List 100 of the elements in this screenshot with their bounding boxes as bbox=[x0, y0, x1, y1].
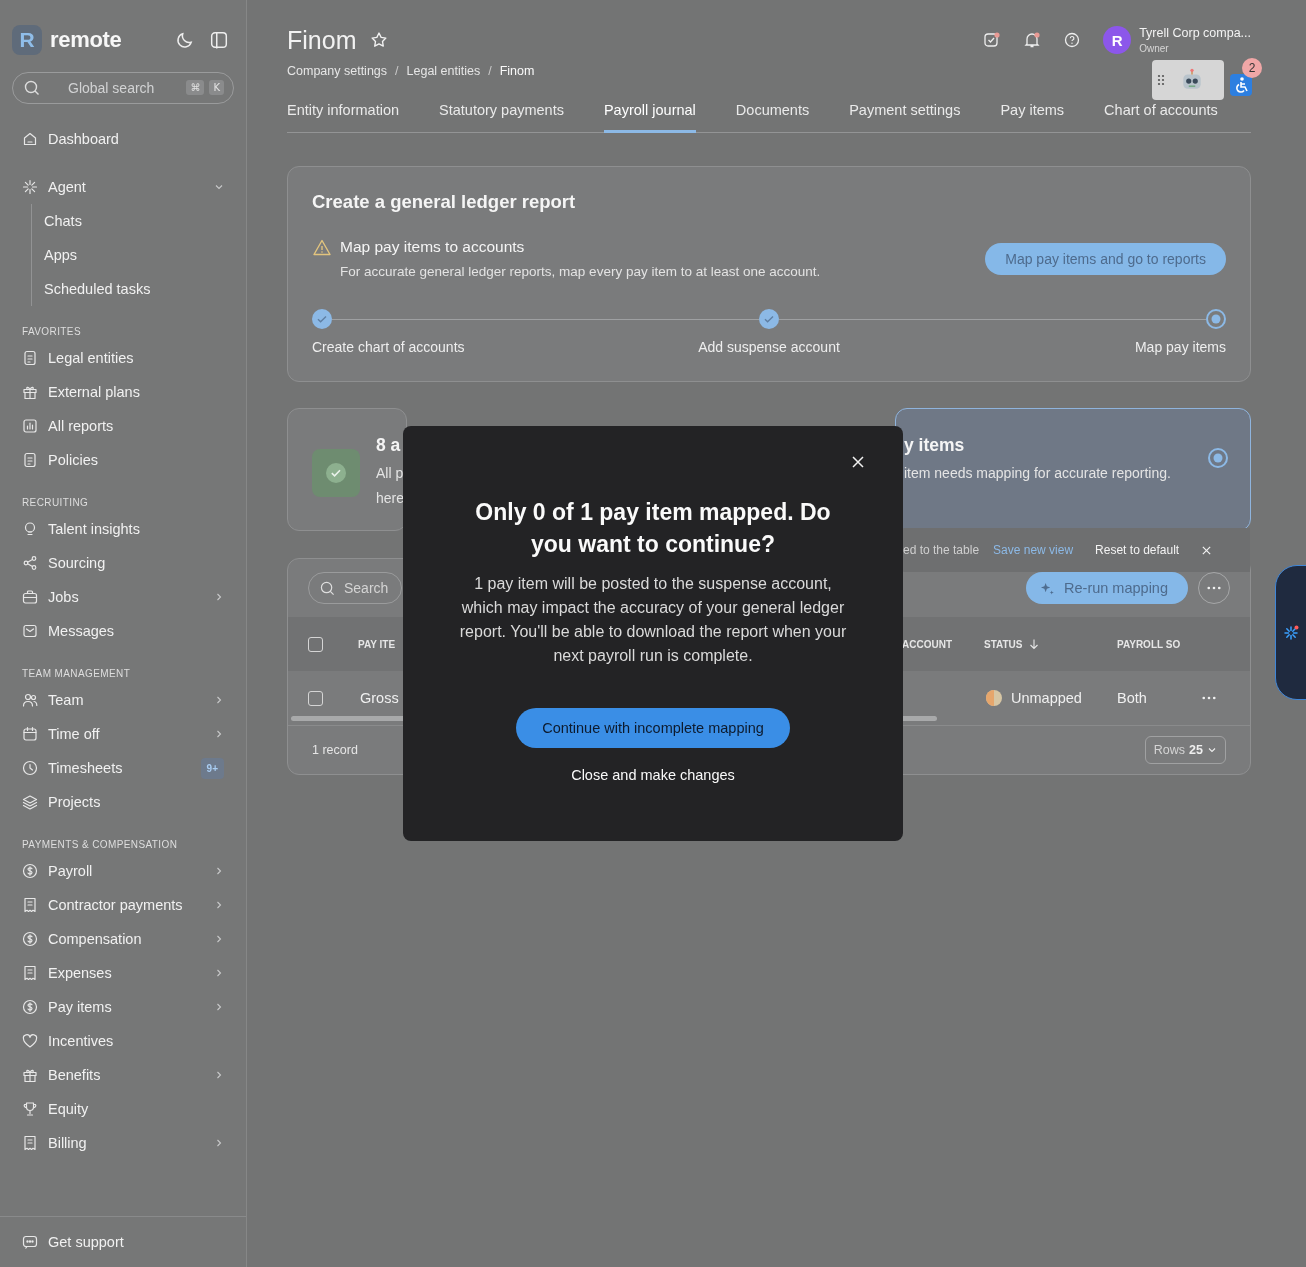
gift-icon bbox=[22, 1067, 38, 1083]
nav-subitem[interactable]: Scheduled tasks bbox=[44, 272, 234, 306]
count-badge: 9+ bbox=[200, 757, 224, 779]
nav-item[interactable]: Agent bbox=[12, 170, 234, 204]
checkbox-task-icon[interactable] bbox=[983, 31, 1002, 49]
column-header[interactable]: ACCOUNT bbox=[902, 638, 984, 650]
floating-widget[interactable] bbox=[1152, 60, 1224, 100]
side-panel-tab[interactable] bbox=[1275, 565, 1306, 700]
bulb-icon bbox=[22, 521, 38, 537]
continue-button[interactable]: Continue with incomplete mapping bbox=[516, 708, 790, 748]
envelope-icon bbox=[22, 623, 38, 639]
breadcrumb-separator: / bbox=[488, 64, 492, 78]
nav-item[interactable]: Messages bbox=[12, 614, 234, 648]
nav-item[interactable]: Contractor payments bbox=[12, 888, 234, 922]
tab[interactable]: Statutory payments bbox=[439, 102, 564, 133]
nav-item[interactable]: Jobs bbox=[12, 580, 234, 614]
nav-item[interactable]: Incentives bbox=[12, 1024, 234, 1058]
checkbox[interactable] bbox=[308, 690, 323, 706]
search-icon bbox=[24, 80, 40, 96]
sidebar-toggle-icon[interactable] bbox=[210, 31, 228, 49]
column-header[interactable]: STATUS bbox=[984, 638, 1117, 650]
close-icon[interactable] bbox=[851, 455, 865, 469]
nav-item[interactable]: External plans bbox=[12, 375, 234, 409]
breadcrumb-link[interactable]: Legal entities bbox=[406, 64, 481, 78]
dollar-icon bbox=[22, 999, 38, 1015]
chat-icon bbox=[22, 1234, 38, 1250]
reset-link[interactable]: Reset to default bbox=[1095, 543, 1180, 557]
tab[interactable]: Payroll journal bbox=[603, 102, 696, 133]
account-role: Owner bbox=[1139, 43, 1170, 54]
nav-item[interactable]: Payroll bbox=[12, 854, 234, 888]
gift-icon bbox=[22, 384, 38, 400]
summary-title: y items bbox=[904, 435, 966, 456]
nav-item[interactable]: Legal entities bbox=[12, 341, 234, 375]
sparkle-icon bbox=[1040, 580, 1055, 596]
clock-icon bbox=[22, 760, 38, 776]
star-icon[interactable] bbox=[370, 31, 389, 49]
receipt-icon bbox=[22, 1135, 38, 1151]
checkbox[interactable] bbox=[308, 636, 323, 652]
nav-item[interactable]: Talent insights bbox=[12, 512, 234, 546]
breadcrumb-link[interactable]: Company settings bbox=[287, 64, 388, 78]
brand-name: remote bbox=[50, 27, 123, 53]
shortcut-key: ⌘ bbox=[186, 80, 205, 95]
nav-item[interactable]: Benefits bbox=[12, 1058, 234, 1092]
save-view-link[interactable]: Save new view bbox=[993, 543, 1074, 557]
rerun-mapping-button[interactable]: Re-run mapping bbox=[1026, 572, 1188, 604]
receipt-icon bbox=[22, 965, 38, 981]
nav-subitem[interactable]: Apps bbox=[44, 238, 234, 272]
table-cell-text: Both bbox=[1117, 690, 1148, 706]
notification-badge: 2 bbox=[1242, 58, 1262, 78]
moon-icon[interactable] bbox=[176, 31, 194, 49]
nav-item[interactable]: Team bbox=[12, 683, 234, 717]
chevron-down-icon bbox=[1207, 745, 1217, 755]
dollar-icon bbox=[22, 931, 38, 947]
drag-handle-icon[interactable] bbox=[1157, 74, 1165, 86]
support-link[interactable]: Get support bbox=[12, 1225, 234, 1259]
ellipsis-icon bbox=[1207, 586, 1221, 590]
nav-item[interactable]: Sourcing bbox=[12, 546, 234, 580]
nav-item[interactable]: Timesheets 9+ bbox=[12, 751, 234, 785]
page-title: Finom bbox=[287, 25, 357, 55]
nav-subitem[interactable]: Chats bbox=[44, 204, 234, 238]
tab[interactable]: Chart of accounts bbox=[1104, 102, 1218, 133]
document-icon bbox=[22, 452, 38, 468]
tab[interactable]: Entity information bbox=[287, 102, 400, 133]
row-menu-icon[interactable] bbox=[1202, 696, 1216, 700]
nav-item[interactable]: Expenses bbox=[12, 956, 234, 990]
dollar-icon bbox=[22, 863, 38, 879]
nav-item[interactable]: Equity bbox=[12, 1092, 234, 1126]
column-header[interactable]: PAYROLL SO bbox=[1117, 638, 1202, 650]
nav-item[interactable]: Pay items bbox=[12, 990, 234, 1024]
alert-title: Map pay items to accounts bbox=[340, 238, 526, 256]
share-icon bbox=[22, 555, 38, 571]
help-icon[interactable] bbox=[1063, 31, 1082, 49]
search-field[interactable]: Search bbox=[308, 572, 402, 604]
tab[interactable]: Payment settings bbox=[849, 102, 961, 133]
nav-item[interactable]: Projects bbox=[12, 785, 234, 819]
nav-item[interactable]: Billing bbox=[12, 1126, 234, 1160]
bell-icon[interactable] bbox=[1023, 31, 1042, 49]
nav-item[interactable]: Compensation bbox=[12, 922, 234, 956]
accessibility-icon[interactable] bbox=[1230, 74, 1252, 96]
nav-item[interactable]: All reports bbox=[12, 409, 234, 443]
tab[interactable]: Documents bbox=[735, 102, 810, 133]
map-pay-items-button[interactable]: Map pay items and go to reports bbox=[985, 242, 1226, 275]
nav-item[interactable]: Dashboard bbox=[12, 122, 234, 156]
nav-item[interactable]: Time off bbox=[12, 717, 234, 751]
close-changes-button[interactable]: Close and make changes bbox=[565, 766, 741, 784]
nav-item[interactable]: Policies bbox=[12, 443, 234, 477]
dialog-title: Only 0 of 1 pay item mapped. Do you want to continue? bbox=[474, 498, 832, 559]
tab[interactable]: Pay items bbox=[1000, 102, 1065, 133]
rows-per-page-select[interactable]: Rows 25 bbox=[1144, 736, 1226, 764]
people-icon bbox=[22, 692, 38, 708]
breadcrumb-link[interactable]: Finom bbox=[499, 64, 535, 78]
section-heading: RECRUITING bbox=[21, 496, 90, 510]
step-label: Create chart of accounts bbox=[312, 339, 465, 355]
sparkle-icon bbox=[1283, 624, 1299, 641]
trophy-icon bbox=[22, 1101, 38, 1117]
document-icon bbox=[22, 350, 38, 366]
avatar[interactable]: R bbox=[1103, 26, 1132, 54]
logo-mark[interactable]: R bbox=[12, 25, 42, 55]
table-cell: Gross bbox=[360, 690, 399, 706]
shortcut-key: K bbox=[209, 80, 224, 95]
